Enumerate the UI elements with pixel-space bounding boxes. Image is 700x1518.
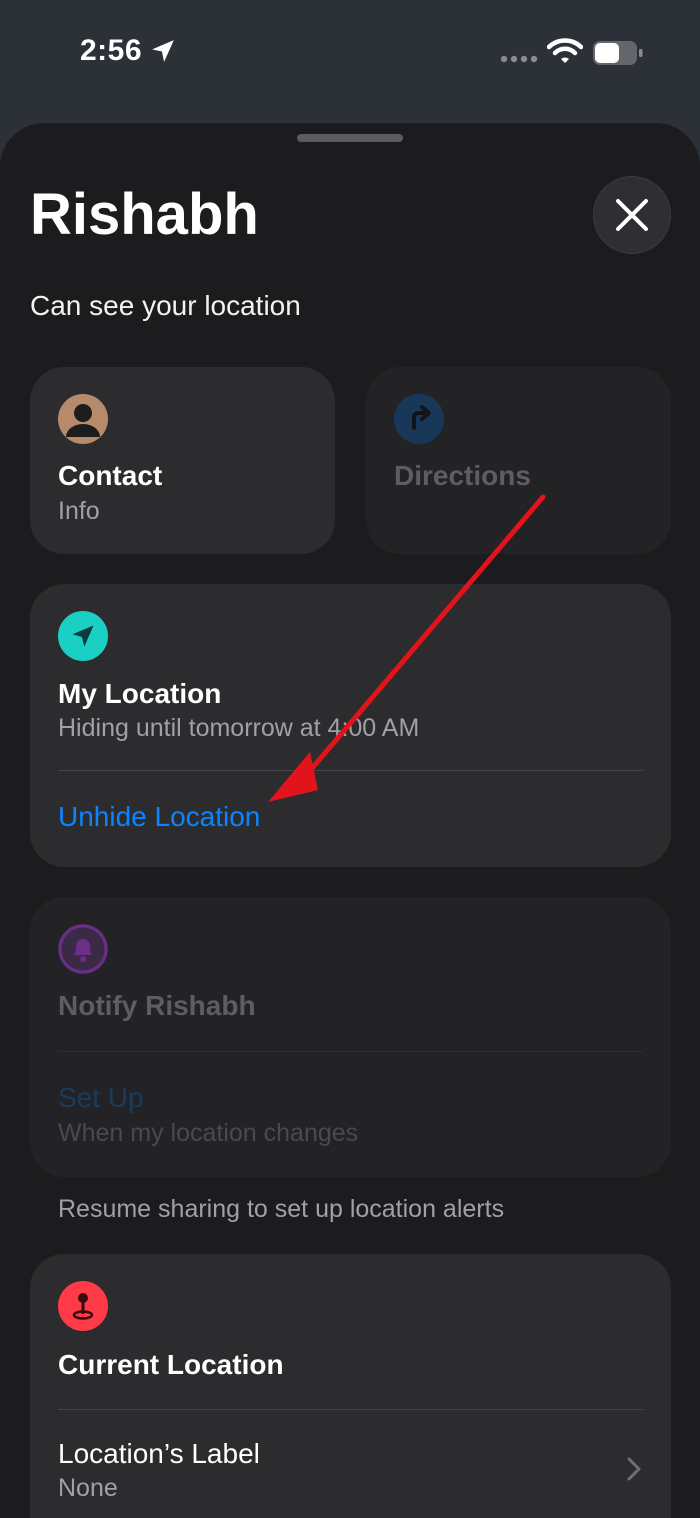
current-location-card: Current Location Location’s Label None xyxy=(30,1254,671,1518)
contact-sheet: Rishabh Can see your location Contact In… xyxy=(0,123,700,1518)
close-icon xyxy=(616,199,648,231)
location-arrow-icon xyxy=(152,40,174,62)
location-label-row[interactable]: Location’s Label None xyxy=(30,1410,671,1518)
status-bar: 2:56 xyxy=(0,0,700,110)
signal-icon xyxy=(500,55,538,63)
person-icon xyxy=(58,394,108,444)
my-location-title: My Location xyxy=(58,678,222,709)
directions-title: Directions xyxy=(394,460,531,491)
location-arrow-icon xyxy=(58,611,108,661)
contact-card[interactable]: Contact Info xyxy=(30,367,335,554)
my-location-card: My Location Hiding until tomorrow at 4:0… xyxy=(30,584,671,867)
set-up-button[interactable]: Set Up xyxy=(58,1082,144,1114)
location-label-value: None xyxy=(58,1474,118,1502)
battery-icon xyxy=(593,41,643,65)
notify-title: Notify Rishabh xyxy=(58,990,256,1021)
wifi-icon xyxy=(547,38,583,63)
notify-footnote: Resume sharing to set up location alerts xyxy=(58,1195,505,1223)
divider xyxy=(58,1051,643,1052)
unhide-location-button[interactable]: Unhide Location xyxy=(58,801,260,833)
chevron-right-icon xyxy=(627,1457,641,1481)
directions-card[interactable]: Directions xyxy=(366,367,671,554)
location-label-title: Location’s Label xyxy=(58,1438,260,1469)
close-button[interactable] xyxy=(593,176,671,254)
page-title: Rishabh xyxy=(30,182,259,247)
divider xyxy=(58,770,643,771)
page-subtitle: Can see your location xyxy=(30,290,301,321)
my-location-status: Hiding until tomorrow at 4:00 AM xyxy=(58,714,420,742)
notify-card: Notify Rishabh Set Up When my location c… xyxy=(30,897,671,1177)
contact-title: Contact xyxy=(58,460,163,491)
bell-icon xyxy=(58,924,108,974)
set-up-subtitle: When my location changes xyxy=(58,1119,359,1147)
status-time: 2:56 xyxy=(80,34,143,67)
directions-icon xyxy=(394,394,444,444)
pin-icon xyxy=(58,1281,108,1331)
contact-subtitle: Info xyxy=(58,497,100,525)
current-location-title: Current Location xyxy=(58,1349,284,1380)
sheet-grabber[interactable] xyxy=(297,134,403,142)
